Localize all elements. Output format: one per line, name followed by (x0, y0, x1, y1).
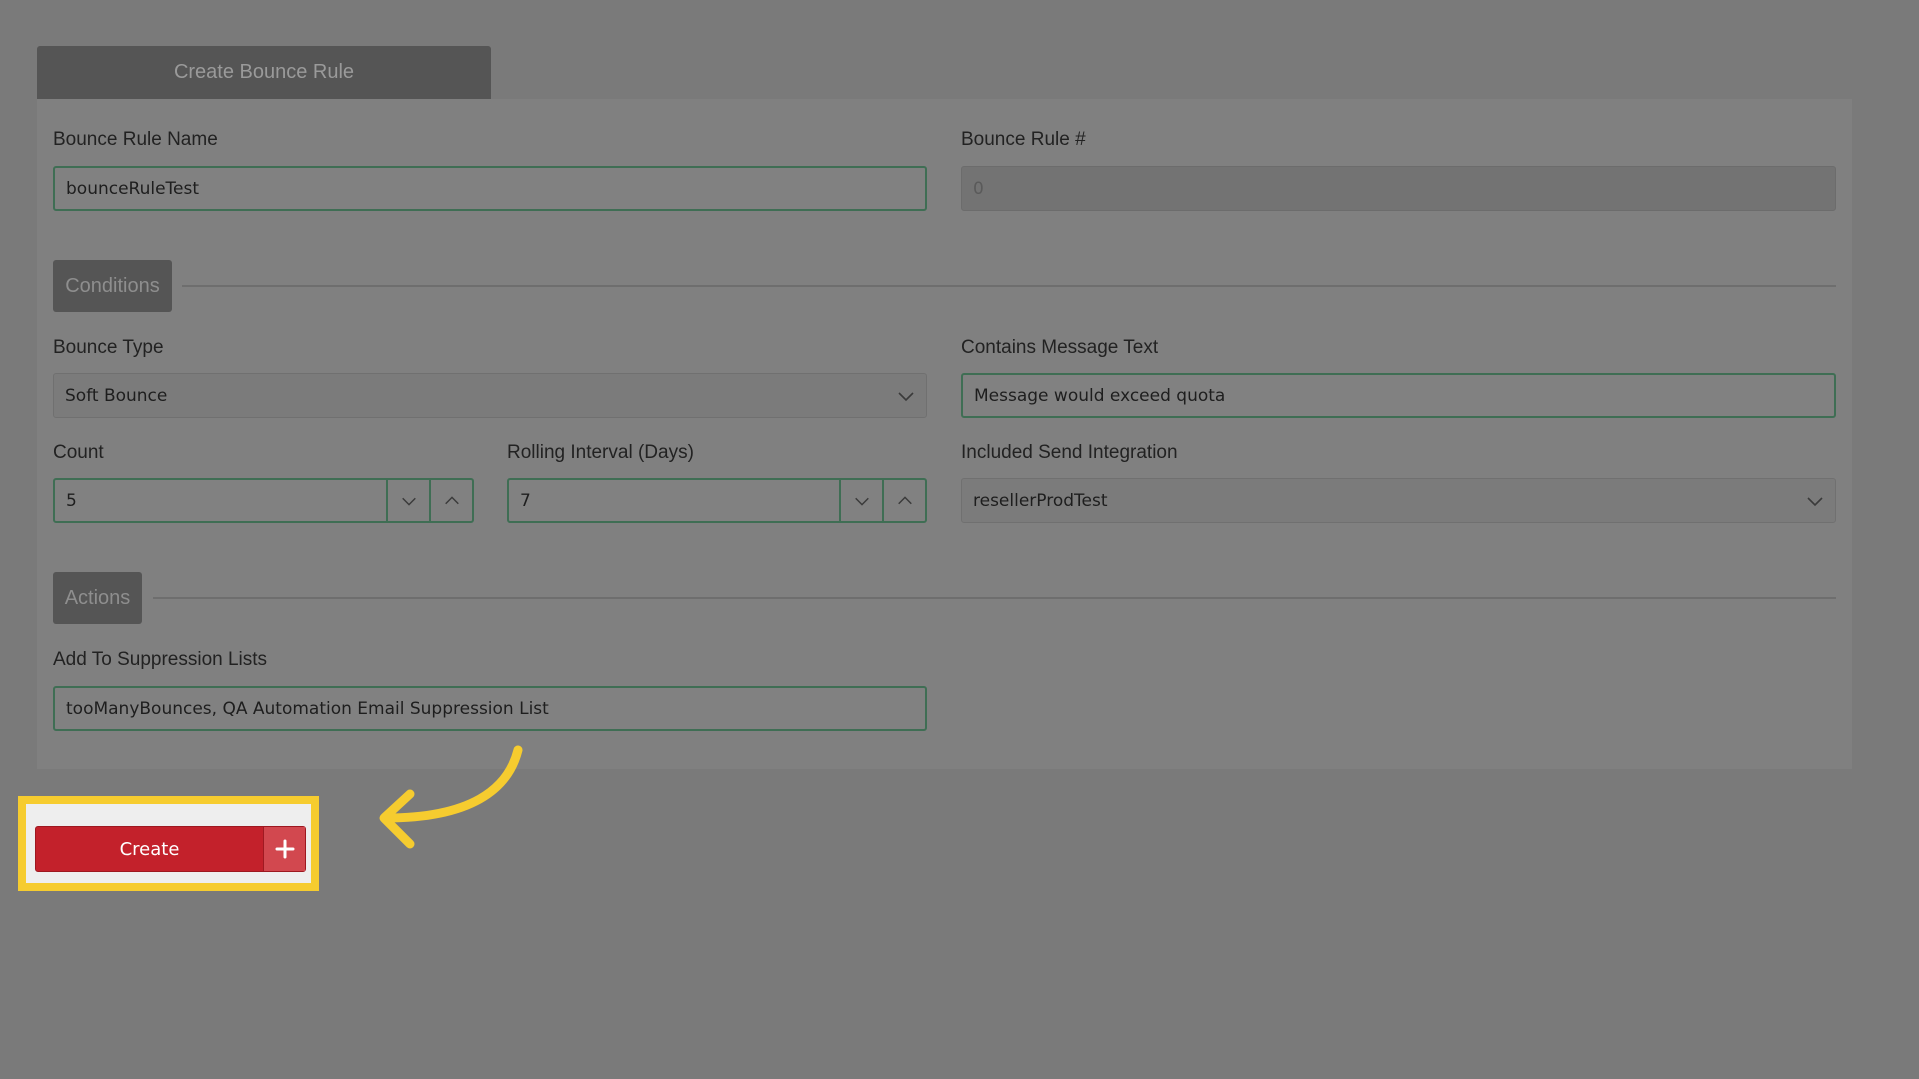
conditions-section-badge: Conditions (53, 260, 172, 312)
rule-number-label: Bounce Rule # (961, 129, 1086, 150)
chevron-down-icon (401, 497, 416, 506)
count-value: 5 (66, 490, 77, 511)
chevron-up-icon (897, 495, 912, 504)
suppression-lists-label: Add To Suppression Lists (53, 649, 268, 670)
send-integration-label: Included Send Integration (961, 442, 1178, 463)
count-stepper[interactable]: 5 (53, 478, 474, 523)
create-button-label: Create (119, 838, 180, 860)
count-decrement-button[interactable] (386, 480, 429, 521)
create-button[interactable]: Create (35, 826, 306, 872)
rolling-interval-stepper[interactable]: 7 (507, 478, 927, 523)
rule-number-input: 0 (961, 166, 1836, 211)
message-text-value: Message would exceed quota (974, 385, 1226, 406)
message-text-input[interactable]: Message would exceed quota (961, 373, 1836, 418)
rule-name-value: bounceRuleTest (66, 178, 200, 199)
message-text-label: Contains Message Text (961, 337, 1159, 358)
count-increment-button[interactable] (429, 480, 472, 521)
suppression-lists-value: tooManyBounces, QA Automation Email Supp… (66, 698, 549, 719)
suppression-lists-input[interactable]: tooManyBounces, QA Automation Email Supp… (53, 686, 927, 731)
chevron-up-icon (444, 495, 459, 504)
conditions-divider (182, 285, 1836, 287)
curved-arrow-icon (379, 745, 523, 849)
rule-name-input[interactable]: bounceRuleTest (53, 166, 927, 211)
rolling-interval-increment-button[interactable] (882, 480, 925, 521)
rule-number-value: 0 (973, 178, 984, 199)
bounce-type-label: Bounce Type (53, 337, 164, 358)
plus-icon[interactable] (263, 827, 305, 871)
chevron-down-icon (898, 392, 914, 402)
rolling-interval-decrement-button[interactable] (839, 480, 882, 521)
count-label: Count (53, 442, 104, 463)
tab-create-bounce-rule[interactable]: Create Bounce Rule (37, 46, 491, 99)
actions-divider (153, 597, 1836, 599)
actions-section-badge: Actions (53, 572, 142, 624)
rolling-interval-value: 7 (520, 490, 531, 511)
form-panel: Bounce Rule Name bounceRuleTest Bounce R… (37, 99, 1852, 769)
rolling-interval-label: Rolling Interval (Days) (507, 442, 694, 463)
chevron-down-icon (854, 497, 869, 506)
chevron-down-icon (1807, 497, 1823, 507)
bounce-type-value: Soft Bounce (65, 385, 168, 406)
send-integration-value: resellerProdTest (973, 490, 1108, 511)
send-integration-select[interactable]: resellerProdTest (961, 478, 1836, 523)
bounce-type-select[interactable]: Soft Bounce (53, 373, 927, 418)
rule-name-label: Bounce Rule Name (53, 129, 218, 150)
